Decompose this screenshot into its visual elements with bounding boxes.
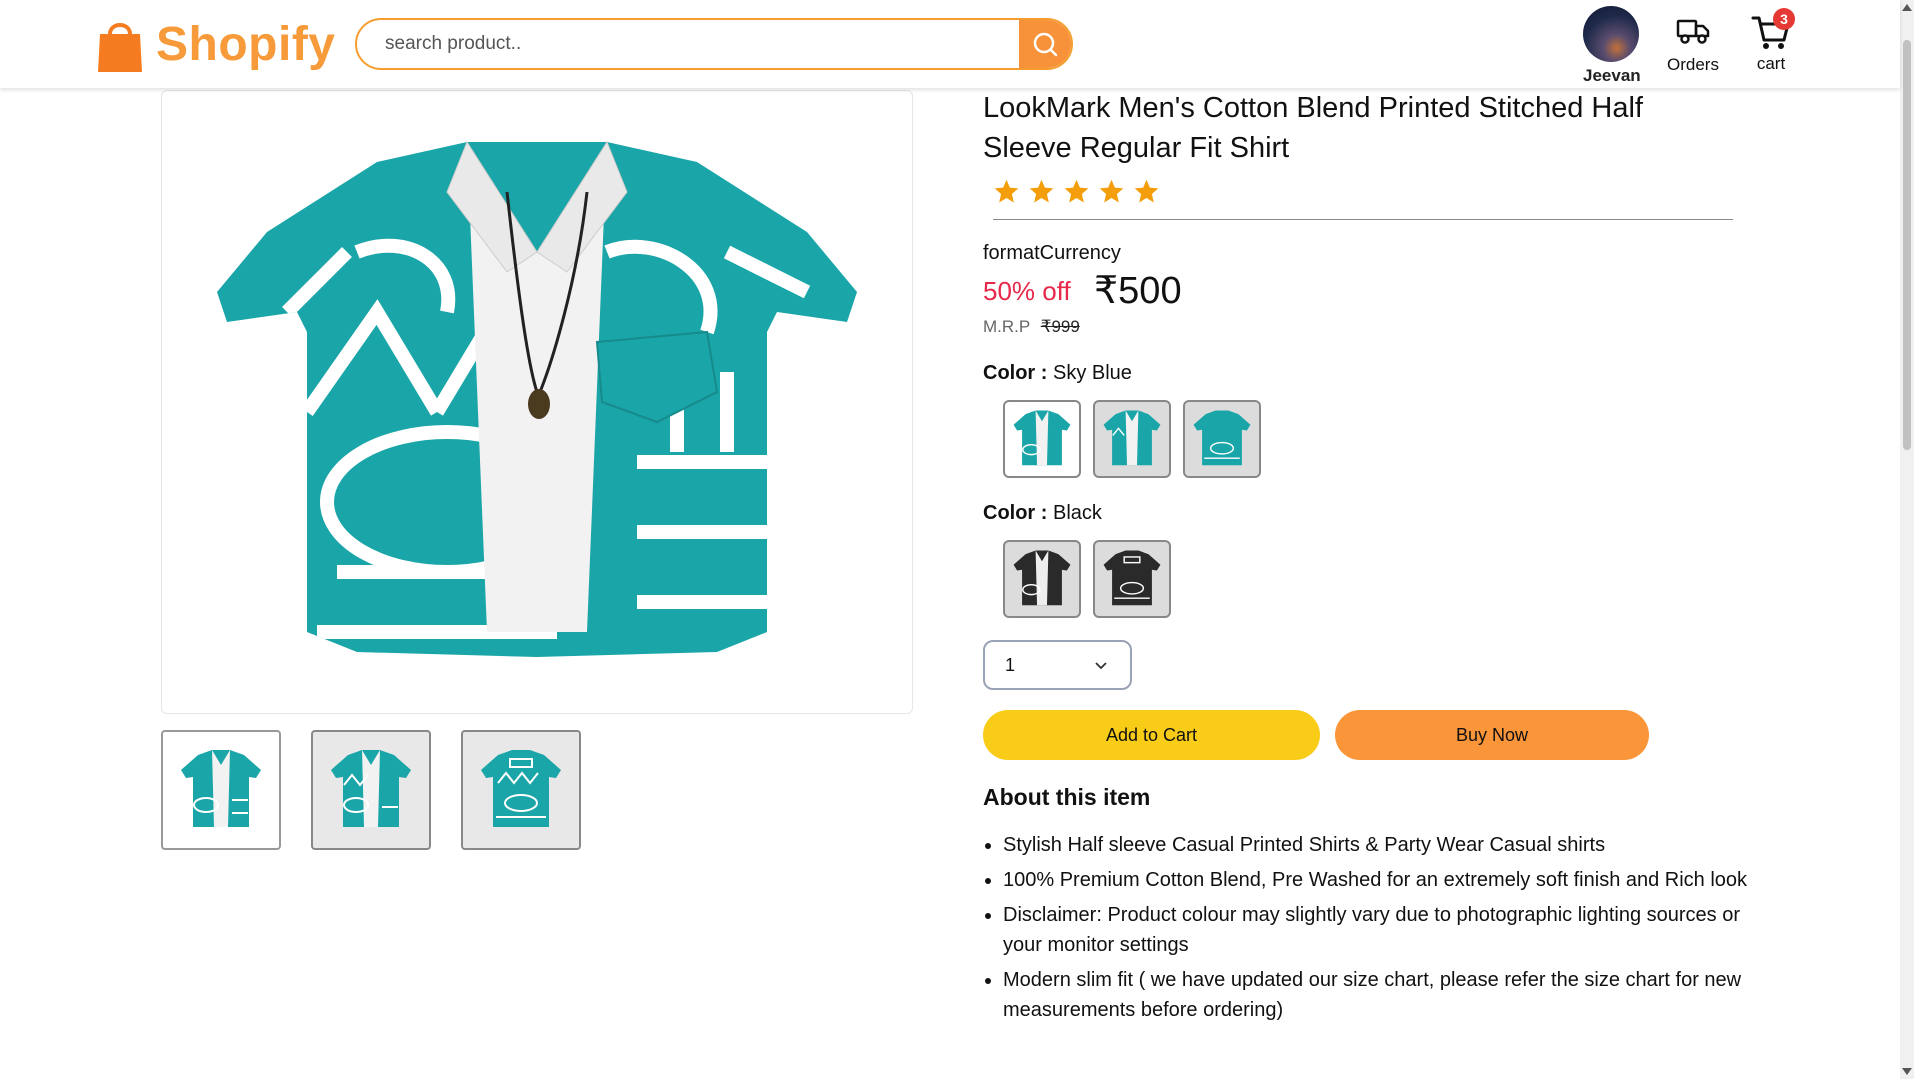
page-scrollbar[interactable]: [1900, 0, 1914, 1079]
scroll-up-arrow-icon[interactable]: [1902, 4, 1912, 11]
thumbnail-3[interactable]: [461, 730, 581, 850]
list-item: Modern slim fit ( we have updated our si…: [1003, 965, 1773, 1025]
color-swatch-sky-blue-3[interactable]: [1183, 400, 1261, 478]
buy-now-button[interactable]: Buy Now: [1335, 710, 1649, 760]
list-item: Disclaimer: Product colour may slightly …: [1003, 900, 1773, 960]
orders-label: Orders: [1667, 55, 1719, 74]
star-icon: [1099, 179, 1124, 203]
quantity-value: 1: [1005, 654, 1016, 675]
shopping-bag-icon: [98, 23, 142, 72]
truck-icon: [1676, 19, 1710, 44]
search-input[interactable]: [357, 20, 1019, 68]
color-swatch-black-2[interactable]: [1093, 540, 1171, 618]
product-main-image: [161, 90, 913, 714]
star-icon: [1029, 179, 1054, 203]
add-to-cart-button[interactable]: Add to Cart: [983, 710, 1320, 760]
user-name: Jeevan: [1583, 66, 1641, 85]
thumbnail-2[interactable]: [311, 730, 431, 850]
cart-count-badge: 3: [1773, 8, 1795, 30]
color-value: Sky Blue: [1053, 362, 1132, 384]
brand-logo[interactable]: Shopify: [96, 16, 336, 72]
star-icon: [994, 179, 1019, 203]
product-rating: [993, 178, 1160, 205]
product-title: LookMark Men's Cotton Blend Printed Stit…: [983, 92, 1643, 164]
cart-label: cart: [1756, 54, 1786, 73]
shirt-image: [217, 140, 857, 657]
chevron-down-icon: [1095, 662, 1107, 670]
top-navbar: Shopify Jeevan Orders: [0, 0, 1900, 88]
color-label-prefix: Color :: [983, 502, 1048, 524]
quantity-select[interactable]: 1: [983, 640, 1132, 690]
shirt-thumbnail-image: [481, 750, 561, 827]
scrollbar-thumb[interactable]: [1903, 40, 1911, 450]
list-item: 100% Premium Cotton Blend, Pre Washed fo…: [1003, 865, 1773, 895]
shirt-thumbnail-image: [181, 750, 261, 827]
search-button[interactable]: [1019, 20, 1071, 68]
divider: [993, 219, 1733, 220]
shirt-thumbnail-image: [331, 750, 411, 827]
shirt-swatch-image: [1103, 550, 1161, 606]
color-value: Black: [1053, 502, 1102, 524]
cart-link[interactable]: 3 cart: [1745, 8, 1797, 74]
orders-link[interactable]: Orders: [1662, 16, 1724, 75]
user-profile[interactable]: Jeevan: [1583, 6, 1641, 86]
list-item: Stylish Half sleeve Casual Printed Shirt…: [1003, 830, 1773, 860]
about-list: Stylish Half sleeve Casual Printed Shirt…: [983, 830, 1773, 1030]
avatar: [1583, 6, 1639, 62]
color-swatch-sky-blue-2[interactable]: [1093, 400, 1171, 478]
color-label-black: Color : Black: [983, 502, 1102, 525]
mrp-value: ₹999: [1040, 317, 1080, 336]
color-label-sky-blue: Color : Sky Blue: [983, 362, 1132, 385]
price: ₹500: [1094, 270, 1182, 312]
shirt-swatch-image: [1013, 550, 1071, 606]
currency-format-text: formatCurrency: [983, 242, 1121, 264]
thumbnail-1[interactable]: [161, 730, 281, 850]
search-bar: [355, 18, 1073, 70]
color-swatch-black-1[interactable]: [1003, 540, 1081, 618]
mrp-label: M.R.P: [983, 317, 1030, 336]
mrp: M.R.P ₹999: [983, 317, 1080, 337]
shirt-swatch-image: [1193, 410, 1251, 466]
color-label-prefix: Color :: [983, 362, 1048, 384]
about-title: About this item: [983, 784, 1151, 810]
search-icon: [1033, 32, 1058, 57]
discount-label: 50% off: [983, 276, 1071, 306]
scroll-down-arrow-icon[interactable]: [1902, 1068, 1912, 1075]
color-swatch-sky-blue-1[interactable]: [1003, 400, 1081, 478]
star-icon: [1134, 179, 1159, 203]
star-icon: [1064, 179, 1089, 203]
shirt-swatch-image: [1013, 410, 1071, 466]
brand-name: Shopify: [156, 17, 336, 71]
shirt-swatch-image: [1103, 410, 1161, 466]
